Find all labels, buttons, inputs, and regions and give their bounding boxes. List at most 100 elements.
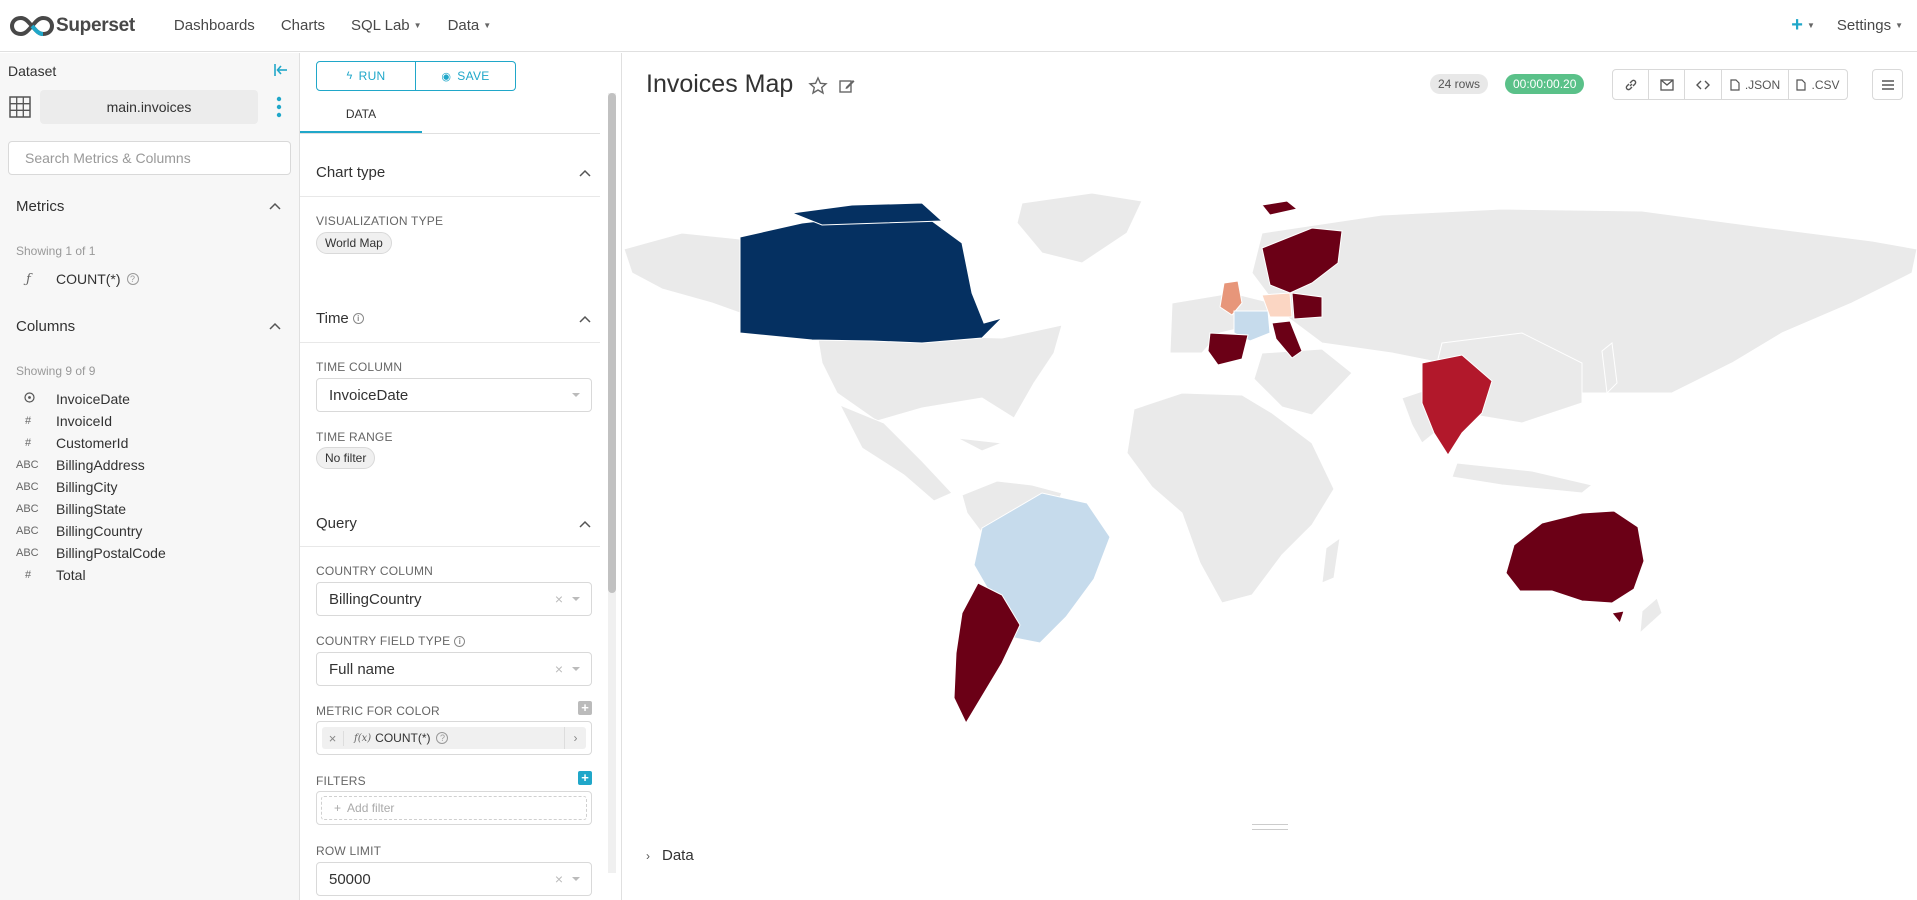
metrics-section-title[interactable]: Metrics: [16, 198, 64, 215]
help-icon[interactable]: ?: [126, 273, 139, 285]
time-column-label: TIME COLUMN: [316, 360, 403, 374]
country-poland[interactable]: [1291, 292, 1323, 320]
column-item[interactable]: InvoiceDate: [16, 388, 130, 410]
country-column-value: BillingCountry: [329, 590, 422, 608]
scrollbar-thumb[interactable]: [608, 93, 616, 593]
world-map[interactable]: [622, 193, 1917, 753]
column-name: InvoiceDate: [56, 391, 130, 407]
column-item[interactable]: # InvoiceId: [16, 410, 112, 432]
country-canada-islands[interactable]: [790, 202, 944, 226]
filters-label: FILTERS: [316, 774, 366, 788]
country-field-type-value: Full name: [329, 660, 395, 678]
search-metrics-input[interactable]: Search Metrics & Columns: [8, 141, 291, 175]
query-section-title[interactable]: Query: [316, 515, 357, 532]
country-spain-portugal[interactable]: [1207, 332, 1249, 366]
chevron-right-icon[interactable]: ›: [564, 727, 586, 749]
caret-down-icon: ▼: [413, 21, 422, 30]
caret-down-icon: ▼: [483, 21, 492, 30]
settings-menu[interactable]: Settings ▼: [1825, 17, 1917, 34]
viz-type-label: VISUALIZATION TYPE: [316, 214, 444, 228]
metric-tag[interactable]: × f(x) COUNT(*) ? ›: [322, 727, 586, 749]
copy-link-button[interactable]: [1613, 70, 1649, 99]
country-column-select[interactable]: BillingCountry ×: [316, 582, 592, 616]
run-button[interactable]: ϟ RUN: [316, 61, 416, 91]
tab-data[interactable]: DATA: [300, 97, 422, 133]
chevron-up-icon[interactable]: [578, 517, 592, 531]
edit-icon[interactable]: [838, 77, 856, 95]
chevron-up-icon[interactable]: [578, 312, 592, 326]
columns-section-title[interactable]: Columns: [16, 318, 75, 335]
string-type-icon: ABC: [16, 503, 39, 515]
chart-menu-button[interactable]: [1872, 69, 1903, 100]
settings-label: Settings: [1836, 17, 1892, 34]
plus-icon: +: [334, 801, 342, 815]
time-section-title[interactable]: Time i: [316, 310, 364, 327]
dataset-table-icon: [9, 96, 31, 118]
add-metric-icon[interactable]: +: [578, 701, 592, 715]
clear-icon[interactable]: ×: [555, 871, 563, 887]
dataset-name[interactable]: main.invoices: [40, 90, 258, 124]
new-menu-button[interactable]: + ▼: [1781, 14, 1825, 37]
export-json-button[interactable]: .JSON: [1722, 70, 1789, 99]
column-item[interactable]: ABC BillingAddress: [16, 454, 145, 476]
column-item[interactable]: ABC BillingState: [16, 498, 126, 520]
save-label: SAVE: [457, 69, 490, 83]
column-item[interactable]: # CustomerId: [16, 432, 128, 454]
query-time-badge: 00:00:00.20: [1505, 74, 1585, 94]
chevron-up-icon[interactable]: [268, 199, 282, 213]
help-icon[interactable]: ?: [436, 732, 449, 744]
save-button[interactable]: ◉ SAVE: [416, 61, 516, 91]
resize-handle[interactable]: [1252, 824, 1288, 830]
section-divider: [300, 342, 600, 343]
info-icon[interactable]: i: [454, 635, 466, 647]
metric-for-color-field[interactable]: × f(x) COUNT(*) ? ›: [316, 721, 592, 755]
embed-code-button[interactable]: [1685, 70, 1722, 99]
chart-title[interactable]: Invoices Map: [646, 70, 793, 99]
metric-color-value: COUNT(*): [375, 731, 431, 745]
menu-sql-lab[interactable]: SQL Lab ▼: [338, 0, 435, 52]
metric-item[interactable]: ƒ COUNT(*) ?: [16, 268, 139, 290]
row-limit-select[interactable]: 50000 ×: [316, 862, 592, 896]
more-vertical-icon[interactable]: [271, 95, 287, 119]
time-range-label: TIME RANGE: [316, 430, 393, 444]
time-range-pill[interactable]: No filter: [316, 447, 376, 469]
country-australia[interactable]: [1505, 510, 1645, 604]
country-field-type-select[interactable]: Full name ×: [316, 652, 592, 686]
clear-icon[interactable]: ×: [555, 661, 563, 677]
country-column-label: COUNTRY COLUMN: [316, 564, 434, 578]
column-name: Total: [56, 567, 86, 583]
country-tasmania[interactable]: [1611, 610, 1625, 625]
column-item[interactable]: ABC BillingCity: [16, 476, 117, 498]
collapse-panel-icon[interactable]: [272, 61, 290, 79]
remove-metric-icon[interactable]: ×: [322, 730, 344, 746]
info-icon[interactable]: i: [352, 313, 364, 324]
chevron-up-icon[interactable]: [268, 319, 282, 333]
email-button[interactable]: [1649, 70, 1685, 99]
country-canada[interactable]: [739, 214, 1004, 344]
column-item[interactable]: # Total: [16, 564, 86, 586]
export-csv-button[interactable]: .CSV: [1789, 70, 1847, 99]
column-name: BillingCountry: [56, 523, 143, 539]
string-type-icon: ABC: [16, 547, 39, 559]
menu-data[interactable]: Data ▼: [435, 0, 505, 52]
star-icon[interactable]: [808, 76, 828, 96]
column-item[interactable]: ABC BillingPostalCode: [16, 542, 166, 564]
brand-logo[interactable]: Superset: [10, 15, 135, 37]
menu-dashboards[interactable]: Dashboards: [161, 0, 268, 52]
data-section-toggle[interactable]: › Data: [646, 847, 694, 864]
column-item[interactable]: ABC BillingCountry: [16, 520, 142, 542]
file-icon: [1730, 78, 1740, 91]
viz-type-pill[interactable]: World Map: [316, 232, 392, 254]
clear-icon[interactable]: ×: [555, 591, 563, 607]
menu-charts[interactable]: Charts: [268, 0, 338, 52]
row-limit-label: ROW LIMIT: [316, 844, 382, 858]
country-iceland[interactable]: [1261, 200, 1299, 216]
chevron-up-icon[interactable]: [578, 166, 592, 180]
filters-field[interactable]: + Add filter: [316, 791, 592, 825]
column-name: InvoiceId: [56, 413, 113, 429]
time-title: Time: [316, 310, 349, 327]
chart-type-section-title[interactable]: Chart type: [316, 164, 385, 181]
time-column-select[interactable]: InvoiceDate: [316, 378, 592, 412]
add-filter-icon[interactable]: +: [578, 771, 592, 785]
add-filter-button[interactable]: + Add filter: [321, 796, 587, 820]
